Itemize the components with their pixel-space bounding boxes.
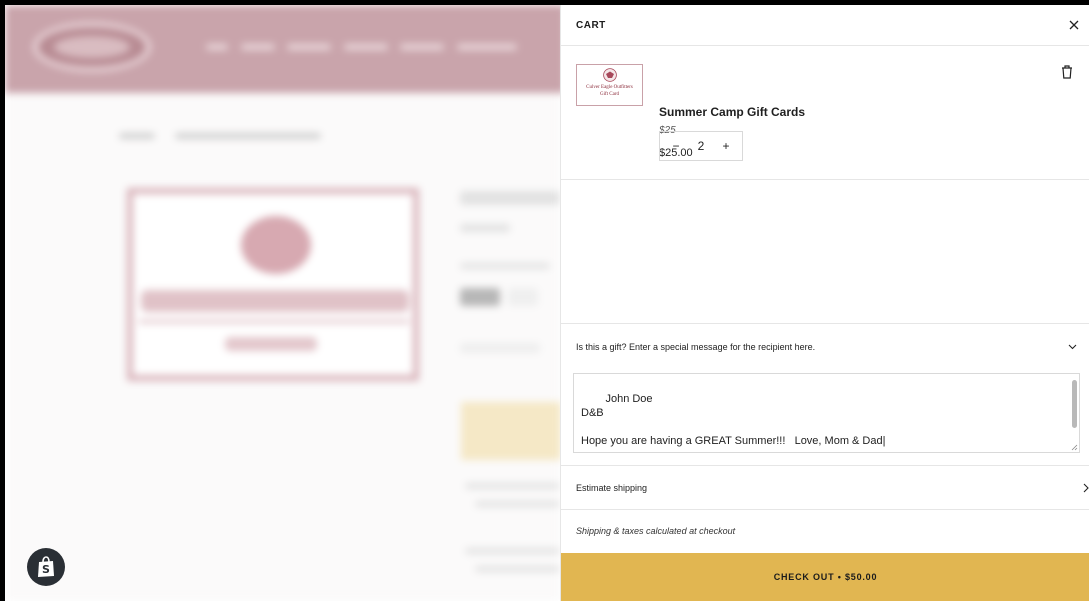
increment-button[interactable]: + [720, 139, 732, 153]
shopify-bag-icon[interactable]: S [27, 548, 65, 586]
cart-line-item: Culver Eagle Outfitters Gift Card Summer… [561, 46, 1089, 180]
variant-swatch [460, 288, 500, 306]
cart-title: CART [576, 19, 606, 31]
nav-item [400, 44, 444, 50]
breadcrumb [119, 133, 155, 139]
nav-item [241, 44, 275, 50]
decrement-button[interactable]: − [670, 139, 682, 153]
product-image [127, 188, 419, 381]
nav-item [206, 44, 228, 50]
cart-drawer: CART Culver Eagle Outfitters Gift Card S… [560, 5, 1089, 601]
gift-message-text: John Doe D&B Hope you are having a GREAT… [581, 393, 886, 447]
thumbnail-brand-text: Culver Eagle Outfitters [586, 85, 633, 90]
product-text [475, 566, 560, 572]
tax-note: Shipping & taxes calculated at checkout [576, 526, 736, 536]
product-price [460, 224, 510, 232]
store-logo [33, 22, 151, 72]
svg-text:S: S [42, 563, 50, 576]
seal-icon [603, 68, 617, 82]
chevron-down-icon [1068, 344, 1077, 349]
gift-message-label: Is this a gift? Enter a special message … [576, 341, 816, 352]
store-header [5, 5, 565, 93]
checkout-button[interactable]: CHECK OUT • $50.00 [561, 553, 1089, 601]
product-text [465, 548, 560, 554]
estimate-shipping-toggle[interactable]: Estimate shipping [561, 466, 1089, 510]
page: S CART Culver Eagle Outfitters Gift Card… [5, 5, 1089, 601]
variant-swatch [508, 288, 538, 306]
textarea-scrollbar-thumb[interactable] [1072, 380, 1077, 428]
product-title [460, 191, 560, 205]
cart-header: CART [561, 5, 1089, 46]
nav-item [287, 44, 331, 50]
cart-empty-space [561, 180, 1089, 324]
gift-card-thumbnail[interactable]: Culver Eagle Outfitters Gift Card [576, 64, 643, 106]
thumbnail-giftcard-text: Gift Card [599, 92, 620, 97]
add-to-cart-area [461, 402, 561, 460]
product-option-label [460, 263, 550, 269]
nav-item [457, 44, 517, 50]
gift-message-wrapper: John Doe D&B Hope you are having a GREAT… [561, 369, 1089, 466]
gift-message-toggle[interactable]: Is this a gift? Enter a special message … [561, 324, 1089, 369]
chevron-right-icon [1083, 483, 1089, 492]
product-text [475, 501, 560, 507]
trash-icon[interactable] [1059, 63, 1075, 81]
item-title[interactable]: Summer Camp Gift Cards [659, 105, 805, 119]
quantity-value[interactable]: 2 [698, 139, 705, 153]
gift-message-textarea[interactable]: John Doe D&B Hope you are having a GREAT… [573, 373, 1080, 453]
breadcrumb [175, 133, 321, 139]
resize-handle-icon[interactable] [1071, 444, 1078, 451]
nav-item [344, 44, 388, 50]
close-icon[interactable] [1059, 10, 1089, 40]
product-text [465, 483, 560, 489]
quantity-stepper: − 2 + [659, 131, 743, 161]
background-store-page [5, 5, 565, 601]
quantity-box [460, 343, 540, 353]
